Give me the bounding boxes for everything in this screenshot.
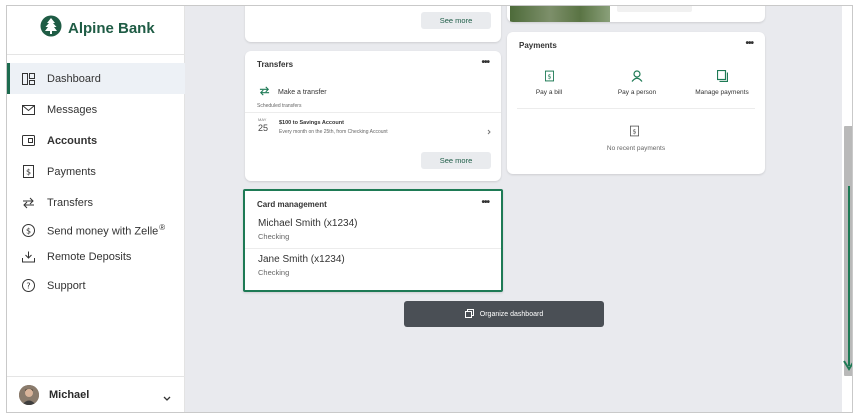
make-transfer-label: Make a transfer <box>278 88 327 96</box>
more-options-icon[interactable]: ••• <box>481 197 489 208</box>
svg-text:$: $ <box>25 226 30 235</box>
transfers-title: Transfers <box>257 60 294 69</box>
bill-icon: $ <box>630 124 639 142</box>
account-card: See more <box>245 6 501 42</box>
chevron-down-icon[interactable] <box>163 389 171 407</box>
manage-payments-icon <box>716 69 728 86</box>
app-window: Alpine Bank Dashboard Messages Accounts … <box>6 5 853 413</box>
help-circle-icon: ? <box>21 279 35 293</box>
more-options-icon[interactable]: ••• <box>745 38 753 49</box>
zelle-label: Send money with Zelle <box>47 225 159 238</box>
scheduled-transfer-row[interactable]: MAY 25 $100 to Savings Account Every mon… <box>245 113 501 143</box>
copy-icon <box>464 308 474 320</box>
sidebar-item-label: Send money with Zelle® <box>47 223 165 238</box>
user-name: Michael <box>49 388 90 401</box>
card-row[interactable]: Michael Smith (x1234) Checking <box>245 215 501 247</box>
manage-payments-action[interactable]: Manage payments <box>685 69 759 96</box>
promo-placeholder <box>617 6 692 12</box>
bill-icon: $ <box>544 69 554 86</box>
sidebar-item-label: Transfers <box>47 196 94 209</box>
svg-text:$: $ <box>25 168 30 177</box>
sidebar-item-label: Remote Deposits <box>47 250 132 263</box>
transfers-card: Transfers ••• Make a transfer Scheduled … <box>245 51 501 181</box>
accounts-icon <box>21 134 35 148</box>
pay-person-label: Pay a person <box>617 89 657 96</box>
payments-card: Payments ••• $ Pay a bill Pay a person M… <box>507 32 765 174</box>
organize-dashboard-label: Organize dashboard <box>479 310 544 318</box>
promo-card <box>507 6 765 22</box>
registered-mark: ® <box>159 222 166 232</box>
transfer-arrows-icon <box>259 83 270 101</box>
brand-divider <box>7 54 185 55</box>
see-more-button[interactable]: See more <box>421 12 491 29</box>
sidebar-item-transfers[interactable]: Transfers <box>7 187 185 218</box>
sidebar-item-label: Messages <box>47 103 98 116</box>
card-management-card: Card management ••• Michael Smith (x1234… <box>243 189 503 292</box>
sidebar-item-zelle[interactable]: $ Send money with Zelle® <box>7 218 185 242</box>
pay-bill-action[interactable]: $ Pay a bill <box>517 69 581 96</box>
person-icon <box>631 69 643 86</box>
sidebar-item-label: Dashboard <box>47 72 101 85</box>
manage-payments-label: Manage payments <box>695 89 749 96</box>
card-type: Checking <box>258 268 290 277</box>
sidebar-item-dashboard[interactable]: Dashboard <box>7 63 185 94</box>
sidebar-item-messages[interactable]: Messages <box>7 94 185 125</box>
download-tray-icon <box>21 250 35 264</box>
svg-text:$: $ <box>632 127 636 135</box>
svg-text:$: $ <box>547 72 551 80</box>
dashboard-icon <box>21 72 35 86</box>
payments-title: Payments <box>519 41 557 50</box>
scheduled-transfers-label: Scheduled transfers <box>257 103 302 109</box>
card-row[interactable]: Jane Smith (x1234) Checking <box>245 251 501 285</box>
make-transfer-link[interactable]: Make a transfer <box>259 83 327 101</box>
sidebar-item-label: Support <box>47 279 86 292</box>
transfer-arrows-icon <box>21 196 35 210</box>
see-more-button[interactable]: See more <box>421 152 491 169</box>
divider <box>517 108 755 109</box>
organize-dashboard-button[interactable]: Organize dashboard <box>404 301 604 327</box>
sidebar-item-label: Payments <box>47 165 96 178</box>
avatar <box>19 384 39 405</box>
dollar-doc-icon: $ <box>21 165 35 179</box>
sidebar-item-remote-deposits[interactable]: Remote Deposits <box>7 242 185 271</box>
sidebar-item-payments[interactable]: $ Payments <box>7 156 185 187</box>
card-name: Michael Smith (x1234) <box>258 218 358 229</box>
transfer-month: MAY <box>258 117 267 122</box>
svg-text:?: ? <box>26 282 30 291</box>
sidebar-nav: Dashboard Messages Accounts $ Payments T… <box>7 63 185 300</box>
user-menu[interactable]: Michael <box>7 376 185 412</box>
tree-logo-icon <box>40 15 62 42</box>
pay-bill-label: Pay a bill <box>535 89 563 96</box>
brand-name: Alpine Bank <box>68 20 155 37</box>
sidebar-item-label: Accounts <box>47 134 98 147</box>
card-management-title: Card management <box>257 200 327 209</box>
brand[interactable]: Alpine Bank <box>40 15 155 42</box>
mail-icon <box>21 103 35 117</box>
transfer-subtitle: Every month on the 25th, from Checking A… <box>279 129 388 135</box>
transfer-day: 25 <box>258 123 269 133</box>
card-name: Jane Smith (x1234) <box>258 254 345 265</box>
pay-person-action[interactable]: Pay a person <box>601 69 673 96</box>
divider <box>245 248 501 249</box>
dollar-circle-icon: $ <box>21 223 35 237</box>
card-type: Checking <box>258 232 290 241</box>
no-payments-text: No recent payments <box>606 145 666 152</box>
scroll-down-arrow-icon <box>843 186 852 371</box>
more-options-icon[interactable]: ••• <box>481 57 489 68</box>
sidebar-item-accounts[interactable]: Accounts <box>7 125 185 156</box>
sidebar-item-support[interactable]: ? Support <box>7 271 185 300</box>
promo-image <box>510 6 610 22</box>
transfer-title: $100 to Savings Account <box>279 120 344 126</box>
chevron-right-icon <box>487 122 491 140</box>
sidebar: Alpine Bank Dashboard Messages Accounts … <box>7 6 185 412</box>
